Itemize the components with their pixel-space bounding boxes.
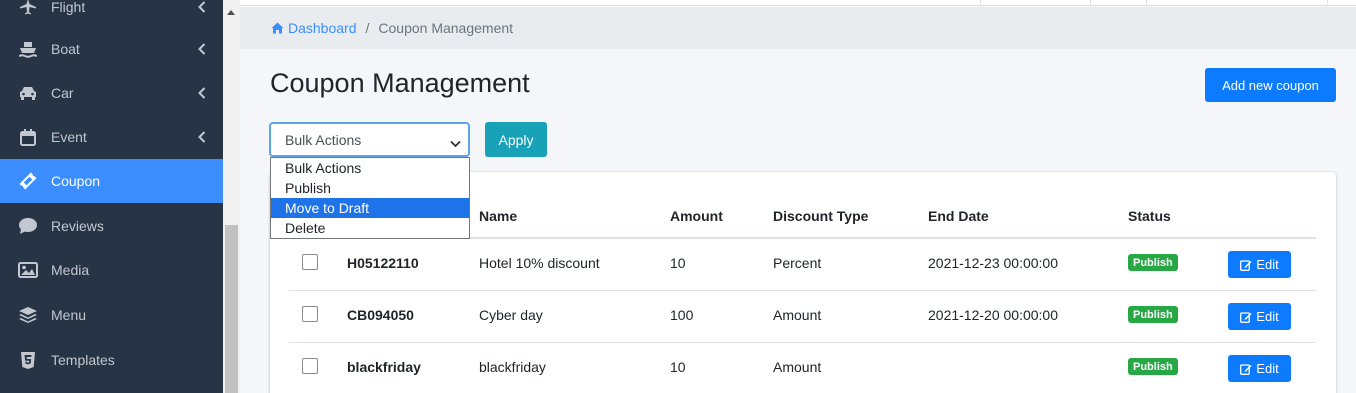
sidebar-scrollbar[interactable] <box>223 0 240 393</box>
row-checkbox[interactable] <box>302 358 318 374</box>
breadcrumb: Dashboard / Coupon Management <box>240 7 1356 49</box>
edit-button-label: Edit <box>1256 361 1279 376</box>
chevron-left-icon <box>197 1 207 13</box>
sidebar-item-event[interactable]: Event <box>0 115 223 159</box>
bulk-option-publish[interactable]: Publish <box>271 178 469 198</box>
sidebar-item-label: Car <box>51 85 74 101</box>
coupon-discount-type: Amount <box>773 359 822 375</box>
coupon-amount: 100 <box>670 307 694 323</box>
edit-button-label: Edit <box>1256 309 1279 324</box>
sidebar-item-label: Reviews <box>51 218 104 234</box>
coupon-code: H05122110 <box>347 255 419 271</box>
bulk-actions-selected: Bulk Actions <box>285 131 362 148</box>
sidebar-item-templates[interactable]: Templates <box>0 338 223 382</box>
chevron-left-icon <box>197 131 207 143</box>
ticket-icon <box>17 170 39 192</box>
calendar-icon <box>17 126 39 148</box>
chevron-left-icon <box>197 87 207 99</box>
status-badge: Publish <box>1128 254 1178 271</box>
bulk-actions-select[interactable]: Bulk Actions <box>269 122 470 157</box>
column-header-end-date[interactable]: End Date <box>928 208 989 224</box>
sidebar-item-menu[interactable]: Menu <box>0 293 223 337</box>
coupon-discount-type: Amount <box>773 307 822 323</box>
ship-icon <box>17 38 39 60</box>
apply-button[interactable]: Apply <box>485 122 547 157</box>
sidebar-item-media[interactable]: Media <box>0 248 223 292</box>
coupon-amount: 10 <box>670 359 686 375</box>
bulk-option-delete[interactable]: Delete <box>271 218 469 238</box>
sidebar-item-label: Coupon <box>51 173 101 189</box>
scroll-up-arrow-icon[interactable] <box>227 10 235 15</box>
coupon-code: blackfriday <box>347 359 421 375</box>
breadcrumb-home-link[interactable]: Dashboard <box>271 20 357 36</box>
column-header-amount[interactable]: Amount <box>670 208 723 224</box>
column-header-status[interactable]: Status <box>1128 208 1171 224</box>
bulk-option-bulk-actions[interactable]: Bulk Actions <box>271 158 469 178</box>
column-header-discount-type[interactable]: Discount Type <box>773 208 868 224</box>
bulk-option-move-to-draft[interactable]: Move to Draft <box>271 198 469 218</box>
plane-icon <box>17 0 39 18</box>
sidebar-item-label: Boat <box>51 41 80 57</box>
coupon-name: blackfriday <box>479 359 546 375</box>
html5-icon <box>17 349 39 371</box>
car-icon <box>17 82 39 104</box>
coupon-end-date: 2021-12-23 00:00:00 <box>928 255 1058 271</box>
sidebar-item-car[interactable]: Car <box>0 71 223 115</box>
sidebar-item-reviews[interactable]: Reviews <box>0 204 223 248</box>
sidebar-item-label: Event <box>51 129 87 145</box>
coupon-amount: 10 <box>670 255 686 271</box>
sidebar-item-flight[interactable]: Flight <box>0 0 223 29</box>
scrollbar-thumb[interactable] <box>225 225 238 393</box>
row-checkbox[interactable] <box>302 306 318 322</box>
image-icon <box>17 259 39 281</box>
sidebar-item-label: Templates <box>51 352 115 368</box>
navbar-divider <box>1327 0 1328 6</box>
sidebar-item-label: Menu <box>51 307 87 323</box>
edit-button[interactable]: Edit <box>1228 355 1291 382</box>
home-icon <box>271 22 284 34</box>
sidebar-item-coupon[interactable]: Coupon <box>0 159 223 203</box>
sidebar-item-label: Flight <box>51 0 86 15</box>
page-title: Coupon Management <box>270 68 530 98</box>
coupon-discount-type: Percent <box>773 255 822 271</box>
bulk-actions-dropdown[interactable]: Bulk Actions Publish Move to Draft Delet… <box>270 157 470 239</box>
sidebar-item-label: Media <box>51 262 90 278</box>
edit-icon <box>1240 259 1252 271</box>
navbar-divider <box>1090 0 1091 6</box>
sidebar: Flight Boat Car Event Coupon Reviews Med… <box>0 0 223 393</box>
breadcrumb-current: Coupon Management <box>378 20 514 36</box>
edit-button[interactable]: Edit <box>1228 303 1291 330</box>
sidebar-item-boat[interactable]: Boat <box>0 27 223 71</box>
top-navbar <box>240 0 1356 6</box>
layers-icon <box>17 304 39 326</box>
edit-button[interactable]: Edit <box>1228 251 1291 278</box>
table-row-divider <box>289 290 1316 291</box>
coupon-code: CB094050 <box>347 307 414 323</box>
status-badge: Publish <box>1128 306 1178 323</box>
status-badge: Publish <box>1128 358 1178 375</box>
chevron-down-icon <box>450 135 461 151</box>
breadcrumb-separator: / <box>365 20 370 36</box>
column-header-name[interactable]: Name <box>479 208 517 224</box>
coupon-name: Cyber day <box>479 307 543 323</box>
edit-button-label: Edit <box>1256 257 1279 272</box>
coupon-name: Hotel 10% discount <box>479 255 600 271</box>
row-checkbox[interactable] <box>302 254 318 270</box>
navbar-divider <box>980 0 981 6</box>
coupon-end-date: 2021-12-20 00:00:00 <box>928 307 1058 323</box>
edit-icon <box>1240 311 1252 323</box>
chevron-left-icon <box>197 43 207 55</box>
navbar-divider <box>1146 0 1147 6</box>
breadcrumb-home-label[interactable]: Dashboard <box>288 20 357 36</box>
edit-icon <box>1240 363 1252 375</box>
add-new-coupon-button[interactable]: Add new coupon <box>1205 68 1336 102</box>
table-row-divider <box>289 342 1316 343</box>
comment-icon <box>17 215 39 237</box>
